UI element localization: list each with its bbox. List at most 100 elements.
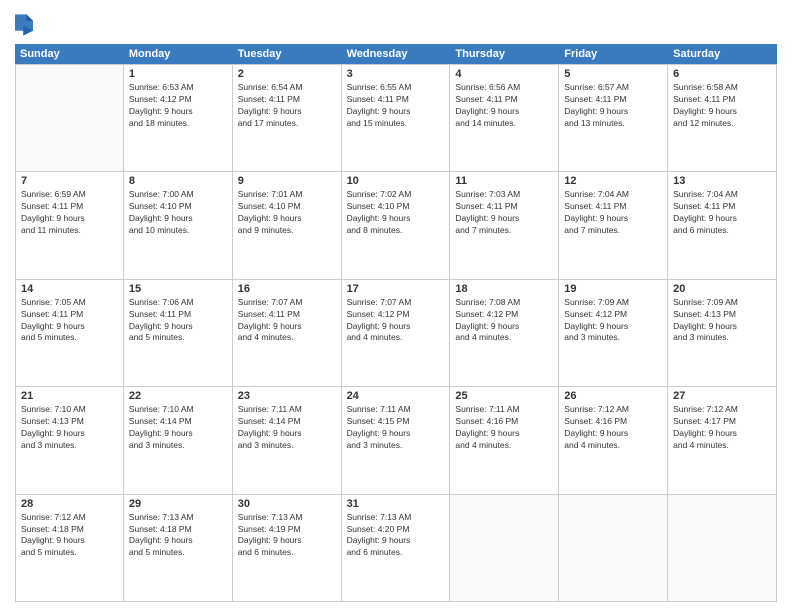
day-number: 2 [238,68,336,80]
cell-info: Sunset: 4:16 PM [564,416,662,428]
cell-info: Sunset: 4:11 PM [673,94,771,106]
cell-info: Sunrise: 7:13 AM [347,512,445,524]
cell-info: Daylight: 9 hours [673,321,771,333]
cell-info: Sunset: 4:10 PM [129,201,227,213]
day-number: 21 [21,390,118,402]
cell-info: and 4 minutes. [673,440,771,452]
cell-info: Sunrise: 6:58 AM [673,82,771,94]
day-number: 3 [347,68,445,80]
cell-info: and 3 minutes. [21,440,118,452]
cell-info: and 14 minutes. [455,118,553,130]
cell-info: and 9 minutes. [238,225,336,237]
cell-info: Sunset: 4:11 PM [238,309,336,321]
cell-info: Sunset: 4:10 PM [347,201,445,213]
day-number: 28 [21,498,118,510]
cell-info: and 3 minutes. [347,440,445,452]
calendar-cell: 10Sunrise: 7:02 AMSunset: 4:10 PMDayligh… [342,172,451,278]
cell-info: Sunrise: 7:02 AM [347,189,445,201]
cell-info: Sunrise: 7:07 AM [347,297,445,309]
cell-info: and 3 minutes. [673,332,771,344]
cell-info: Sunrise: 7:10 AM [129,404,227,416]
cell-info: and 7 minutes. [455,225,553,237]
calendar-cell: 1Sunrise: 6:53 AMSunset: 4:12 PMDaylight… [124,65,233,171]
cell-info: and 4 minutes. [238,332,336,344]
calendar-cell: 8Sunrise: 7:00 AMSunset: 4:10 PMDaylight… [124,172,233,278]
cell-info: Sunrise: 7:07 AM [238,297,336,309]
cell-info: Daylight: 9 hours [238,535,336,547]
cell-info: Sunrise: 7:12 AM [564,404,662,416]
day-number: 22 [129,390,227,402]
calendar-cell [668,495,777,601]
cell-info: Daylight: 9 hours [347,106,445,118]
cell-info: Daylight: 9 hours [347,321,445,333]
day-number: 1 [129,68,227,80]
cell-info: Sunrise: 7:12 AM [673,404,771,416]
cell-info: Daylight: 9 hours [238,213,336,225]
calendar-cell: 23Sunrise: 7:11 AMSunset: 4:14 PMDayligh… [233,387,342,493]
cell-info: and 15 minutes. [347,118,445,130]
calendar-cell: 22Sunrise: 7:10 AMSunset: 4:14 PMDayligh… [124,387,233,493]
cell-info: Sunset: 4:11 PM [347,94,445,106]
day-number: 11 [455,175,553,187]
cell-info: Sunrise: 7:11 AM [347,404,445,416]
day-number: 23 [238,390,336,402]
calendar-cell: 12Sunrise: 7:04 AMSunset: 4:11 PMDayligh… [559,172,668,278]
calendar-cell: 17Sunrise: 7:07 AMSunset: 4:12 PMDayligh… [342,280,451,386]
cell-info: Daylight: 9 hours [238,428,336,440]
calendar-cell: 9Sunrise: 7:01 AMSunset: 4:10 PMDaylight… [233,172,342,278]
cell-info: Sunrise: 6:57 AM [564,82,662,94]
cell-info: Sunset: 4:11 PM [564,94,662,106]
cell-info: Sunrise: 7:06 AM [129,297,227,309]
calendar-cell: 28Sunrise: 7:12 AMSunset: 4:18 PMDayligh… [15,495,124,601]
header-day-sunday: Sunday [15,44,124,64]
cell-info: and 8 minutes. [347,225,445,237]
calendar-cell [450,495,559,601]
calendar: SundayMondayTuesdayWednesdayThursdayFrid… [15,44,777,602]
cell-info: Daylight: 9 hours [564,428,662,440]
calendar-cell: 7Sunrise: 6:59 AMSunset: 4:11 PMDaylight… [15,172,124,278]
cell-info: Daylight: 9 hours [673,213,771,225]
cell-info: Sunset: 4:13 PM [673,309,771,321]
calendar-cell: 5Sunrise: 6:57 AMSunset: 4:11 PMDaylight… [559,65,668,171]
cell-info: Sunrise: 6:54 AM [238,82,336,94]
calendar-cell: 18Sunrise: 7:08 AMSunset: 4:12 PMDayligh… [450,280,559,386]
cell-info: and 5 minutes. [21,547,118,559]
calendar-week-3: 14Sunrise: 7:05 AMSunset: 4:11 PMDayligh… [15,280,777,387]
calendar-cell: 15Sunrise: 7:06 AMSunset: 4:11 PMDayligh… [124,280,233,386]
day-number: 10 [347,175,445,187]
cell-info: Sunrise: 7:05 AM [21,297,118,309]
calendar-cell [559,495,668,601]
cell-info: Daylight: 9 hours [129,106,227,118]
calendar-cell: 24Sunrise: 7:11 AMSunset: 4:15 PMDayligh… [342,387,451,493]
calendar-cell: 4Sunrise: 6:56 AMSunset: 4:11 PMDaylight… [450,65,559,171]
cell-info: Sunrise: 7:01 AM [238,189,336,201]
cell-info: Daylight: 9 hours [564,213,662,225]
cell-info: Daylight: 9 hours [455,213,553,225]
calendar-cell: 16Sunrise: 7:07 AMSunset: 4:11 PMDayligh… [233,280,342,386]
cell-info: Sunrise: 7:11 AM [455,404,553,416]
calendar-cell: 27Sunrise: 7:12 AMSunset: 4:17 PMDayligh… [668,387,777,493]
cell-info: Daylight: 9 hours [21,213,118,225]
cell-info: Sunset: 4:11 PM [564,201,662,213]
cell-info: and 18 minutes. [129,118,227,130]
cell-info: and 4 minutes. [347,332,445,344]
cell-info: Sunset: 4:11 PM [21,201,118,213]
calendar-header: SundayMondayTuesdayWednesdayThursdayFrid… [15,44,777,64]
header-day-wednesday: Wednesday [342,44,451,64]
cell-info: and 7 minutes. [564,225,662,237]
logo [15,14,36,36]
calendar-cell: 6Sunrise: 6:58 AMSunset: 4:11 PMDaylight… [668,65,777,171]
cell-info: and 17 minutes. [238,118,336,130]
calendar-cell: 29Sunrise: 7:13 AMSunset: 4:18 PMDayligh… [124,495,233,601]
cell-info: and 4 minutes. [455,440,553,452]
cell-info: Sunset: 4:10 PM [238,201,336,213]
cell-info: and 6 minutes. [673,225,771,237]
calendar-cell: 11Sunrise: 7:03 AMSunset: 4:11 PMDayligh… [450,172,559,278]
calendar-cell: 25Sunrise: 7:11 AMSunset: 4:16 PMDayligh… [450,387,559,493]
day-number: 24 [347,390,445,402]
calendar-cell: 21Sunrise: 7:10 AMSunset: 4:13 PMDayligh… [15,387,124,493]
cell-info: Sunrise: 7:13 AM [238,512,336,524]
cell-info: Daylight: 9 hours [129,535,227,547]
day-number: 13 [673,175,771,187]
cell-info: Daylight: 9 hours [347,428,445,440]
